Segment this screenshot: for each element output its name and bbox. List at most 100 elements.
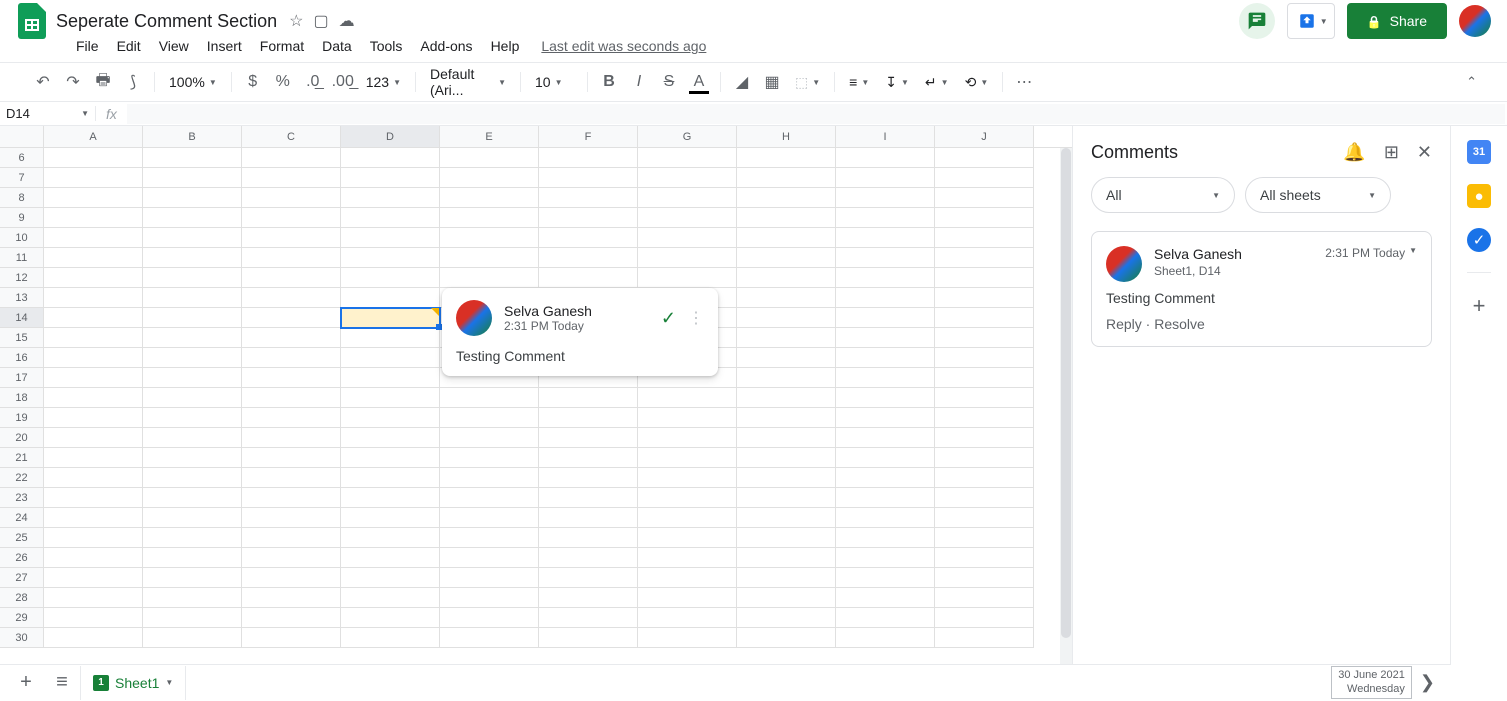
menu-format[interactable]: Format bbox=[252, 34, 312, 58]
add-sheet-button[interactable]: + bbox=[8, 665, 44, 701]
cell[interactable] bbox=[143, 388, 242, 408]
cell[interactable] bbox=[737, 568, 836, 588]
cell[interactable] bbox=[836, 628, 935, 648]
row-header[interactable]: 24 bbox=[0, 508, 44, 528]
cell[interactable] bbox=[539, 608, 638, 628]
font-size-select[interactable]: 10▼ bbox=[529, 74, 579, 90]
card-location[interactable]: Sheet1, D14 bbox=[1154, 264, 1242, 278]
cell[interactable] bbox=[539, 248, 638, 268]
zoom-select[interactable]: 100%▼ bbox=[163, 74, 223, 90]
cell[interactable] bbox=[341, 488, 440, 508]
row-header[interactable]: 27 bbox=[0, 568, 44, 588]
font-select[interactable]: Default (Ari...▼ bbox=[424, 66, 512, 98]
row-header[interactable]: 6 bbox=[0, 148, 44, 168]
cell[interactable] bbox=[539, 408, 638, 428]
present-button[interactable]: ▼ bbox=[1287, 3, 1335, 39]
cell[interactable] bbox=[638, 528, 737, 548]
cell[interactable] bbox=[539, 268, 638, 288]
cell[interactable] bbox=[44, 168, 143, 188]
print-button[interactable]: 🖶 bbox=[90, 69, 116, 95]
cell[interactable] bbox=[44, 548, 143, 568]
cell[interactable] bbox=[143, 168, 242, 188]
cell[interactable] bbox=[539, 188, 638, 208]
cell[interactable] bbox=[143, 208, 242, 228]
row-header[interactable]: 7 bbox=[0, 168, 44, 188]
filter-status[interactable]: All▼ bbox=[1091, 177, 1235, 213]
borders-button[interactable]: ▦ bbox=[759, 69, 785, 95]
column-header[interactable]: J bbox=[935, 126, 1034, 147]
cell[interactable] bbox=[836, 188, 935, 208]
cell[interactable] bbox=[836, 428, 935, 448]
cell[interactable] bbox=[341, 568, 440, 588]
row-header[interactable]: 21 bbox=[0, 448, 44, 468]
cell[interactable] bbox=[935, 168, 1034, 188]
cell[interactable] bbox=[44, 588, 143, 608]
row-header[interactable]: 13 bbox=[0, 288, 44, 308]
cell[interactable] bbox=[539, 508, 638, 528]
row-header[interactable]: 12 bbox=[0, 268, 44, 288]
cell[interactable] bbox=[539, 448, 638, 468]
cell[interactable] bbox=[242, 608, 341, 628]
fill-color-button[interactable]: ◢ bbox=[729, 69, 755, 95]
cell[interactable] bbox=[836, 348, 935, 368]
cell[interactable] bbox=[539, 488, 638, 508]
cell[interactable] bbox=[242, 448, 341, 468]
currency-button[interactable]: $ bbox=[240, 69, 266, 95]
cell[interactable] bbox=[44, 508, 143, 528]
column-header[interactable]: G bbox=[638, 126, 737, 147]
cell[interactable] bbox=[440, 168, 539, 188]
undo-button[interactable]: ↶ bbox=[30, 69, 56, 95]
cell[interactable] bbox=[638, 148, 737, 168]
get-addons-button[interactable]: + bbox=[1473, 293, 1486, 319]
cell[interactable] bbox=[242, 488, 341, 508]
cell[interactable] bbox=[836, 528, 935, 548]
cell[interactable] bbox=[737, 428, 836, 448]
row-header[interactable]: 16 bbox=[0, 348, 44, 368]
column-header[interactable]: D bbox=[341, 126, 440, 147]
all-sheets-button[interactable]: ≡ bbox=[44, 665, 80, 701]
cell[interactable] bbox=[638, 168, 737, 188]
cell[interactable] bbox=[737, 268, 836, 288]
cell[interactable] bbox=[638, 388, 737, 408]
cell[interactable] bbox=[440, 148, 539, 168]
cell[interactable] bbox=[440, 488, 539, 508]
cell[interactable] bbox=[440, 528, 539, 548]
cell[interactable] bbox=[341, 268, 440, 288]
cell[interactable] bbox=[341, 608, 440, 628]
cell[interactable] bbox=[242, 628, 341, 648]
cell[interactable] bbox=[737, 608, 836, 628]
cell[interactable] bbox=[242, 288, 341, 308]
cell[interactable] bbox=[737, 168, 836, 188]
italic-button[interactable]: I bbox=[626, 69, 652, 95]
column-header[interactable]: C bbox=[242, 126, 341, 147]
chevron-down-icon[interactable]: ▼ bbox=[165, 678, 173, 687]
cell[interactable] bbox=[143, 508, 242, 528]
cell[interactable] bbox=[935, 628, 1034, 648]
cell[interactable] bbox=[935, 268, 1034, 288]
redo-button[interactable]: ↷ bbox=[60, 69, 86, 95]
cell[interactable] bbox=[242, 348, 341, 368]
cell[interactable] bbox=[440, 608, 539, 628]
cell[interactable] bbox=[737, 588, 836, 608]
cell[interactable] bbox=[836, 388, 935, 408]
cell[interactable] bbox=[341, 228, 440, 248]
cell[interactable] bbox=[440, 628, 539, 648]
cell[interactable] bbox=[44, 568, 143, 588]
text-color-button[interactable]: A bbox=[686, 69, 712, 95]
cell[interactable] bbox=[539, 148, 638, 168]
cell[interactable] bbox=[242, 508, 341, 528]
cell[interactable] bbox=[836, 608, 935, 628]
row-header[interactable]: 23 bbox=[0, 488, 44, 508]
paint-format-button[interactable]: ⟆ bbox=[120, 69, 146, 95]
cell[interactable] bbox=[341, 588, 440, 608]
cell[interactable] bbox=[737, 228, 836, 248]
column-header[interactable]: A bbox=[44, 126, 143, 147]
menu-addons[interactable]: Add-ons bbox=[412, 34, 480, 58]
cell[interactable] bbox=[836, 488, 935, 508]
row-header[interactable]: 26 bbox=[0, 548, 44, 568]
bold-button[interactable]: B bbox=[596, 69, 622, 95]
cell[interactable] bbox=[935, 408, 1034, 428]
cell[interactable] bbox=[935, 228, 1034, 248]
cell[interactable] bbox=[341, 288, 440, 308]
spreadsheet-grid[interactable]: ABCDEFGHIJ 67891011121314151617181920212… bbox=[0, 126, 1073, 696]
